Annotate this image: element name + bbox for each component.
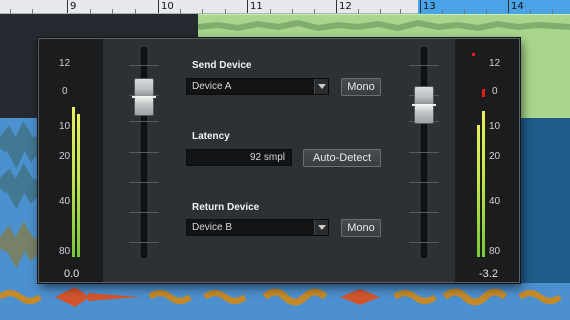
level-bar-right [482,111,485,257]
level-bar-left [477,125,480,257]
return-device-select[interactable]: Device B [186,219,329,236]
bar-number: 13 [423,1,436,12]
audio-event-green[interactable] [198,14,570,38]
peak-segment [482,89,485,97]
return-fader-handle[interactable] [412,86,436,124]
clip-indicator [472,53,475,56]
scale-label: 20 [59,151,71,162]
auto-detect-button[interactable]: Auto-Detect [303,149,381,167]
send-level-meter: 12 0 10 20 40 80 0.0 [39,39,103,282]
waveform [0,287,562,307]
send-device-value: Device A [192,81,232,92]
scale-label: 80 [489,246,501,257]
bar-number: 11 [250,1,263,12]
bar-number: 14 [511,1,524,12]
return-level-readout: -3.2 [479,268,498,280]
bar-number: 9 [70,1,77,12]
scale-label: 0 [62,86,68,97]
level-bar-left [72,107,75,257]
scale-label: 0 [492,86,498,97]
bar-tick [158,0,159,13]
scale-label: 10 [59,121,71,132]
audio-event-green-edge[interactable] [520,38,570,118]
send-level-readout: 0.0 [64,268,80,280]
bar-tick [67,0,68,13]
scale-label: 12 [489,58,501,69]
audio-event-blue[interactable] [0,118,40,283]
scale-label: 80 [59,246,71,257]
audio-event-dark[interactable] [520,118,570,283]
scale-label: 10 [489,121,501,132]
audio-event-bottom[interactable] [0,283,570,320]
bar-number: 10 [161,1,174,12]
send-device-select[interactable]: Device A [186,78,329,95]
waveform [0,120,40,269]
chevron-down-icon [314,220,328,235]
send-mono-button[interactable]: Mono [341,78,381,96]
bar-tick [247,0,248,13]
loop-range[interactable] [418,0,570,14]
return-device-value: Device B [192,222,233,233]
waveform [198,19,570,32]
level-bar-right [77,114,80,257]
send-fader-handle[interactable] [132,78,156,116]
chevron-down-icon [314,79,328,94]
return-level-meter: 12 0 10 20 40 80 -3.2 [455,39,519,282]
latency-label: Latency [192,131,230,142]
bar-number: 12 [339,1,352,12]
bar-tick [420,0,421,13]
latency-field[interactable]: 92 smpl [186,149,292,166]
bar-tick [336,0,337,13]
scale-label: 40 [59,196,71,207]
pipe-device-dialog: 12 0 10 20 40 80 0.0 Send Device Device … [38,38,520,283]
scale-label: 12 [59,58,71,69]
scale-label: 20 [489,151,501,162]
send-device-label: Send Device [192,60,252,71]
return-mono-button[interactable]: Mono [341,219,381,237]
return-device-label: Return Device [192,202,260,213]
bar-tick [508,0,509,13]
timeline-ruler[interactable]: 9 10 11 12 13 14 [0,0,570,14]
scale-label: 40 [489,196,501,207]
